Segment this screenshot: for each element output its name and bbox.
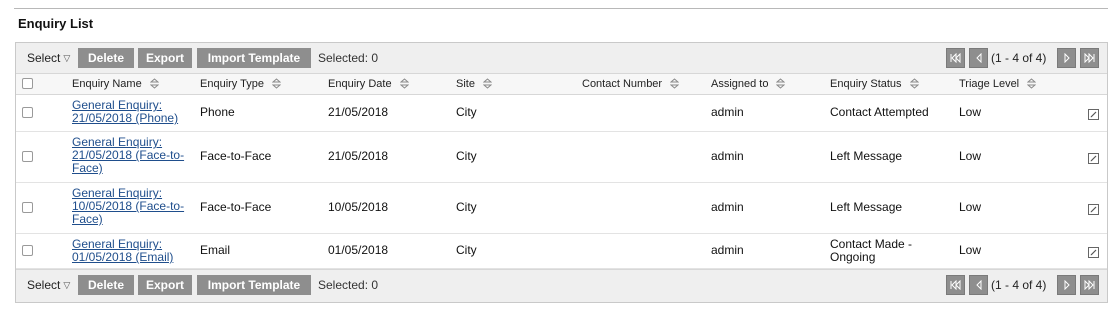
next-page-icon[interactable]: [1057, 48, 1076, 68]
site: City: [456, 200, 477, 214]
col-label: Site: [456, 78, 475, 90]
col-label: Enquiry Name: [72, 78, 142, 90]
selected-count: Selected: 0: [318, 51, 379, 65]
col-enquiry-status[interactable]: Enquiry Status: [830, 78, 919, 92]
sort-icon: [776, 78, 786, 92]
enquiry-type: Email: [200, 243, 231, 257]
enquiry-date: 21/05/2018: [328, 105, 389, 119]
col-label: Assigned to: [711, 78, 769, 90]
delete-button[interactable]: Delete: [78, 275, 134, 295]
enquiry-name-link[interactable]: General Enquiry: 21/05/2018 (Phone): [72, 99, 190, 125]
col-contact-number[interactable]: Contact Number: [582, 78, 680, 92]
pager-info: (1 - 4 of 4): [991, 278, 1047, 292]
row-checkbox[interactable]: [22, 202, 33, 213]
table-header: Enquiry Name Enquiry Type Enquiry Date S…: [16, 74, 1107, 95]
table-row: General Enquiry: 21/05/2018 (Face-to-Fac…: [16, 132, 1107, 183]
assigned-to: admin: [711, 149, 744, 163]
last-page-icon[interactable]: [1080, 48, 1099, 68]
bottom-toolbar: Select ▽ Delete Export Import Template Se…: [16, 269, 1107, 302]
select-dropdown[interactable]: Select ▽: [27, 278, 70, 292]
col-label: Enquiry Type: [200, 78, 265, 90]
enquiry-type: Face-to-Face: [200, 200, 272, 214]
table-row: General Enquiry: 21/05/2018 (Phone) Phon…: [16, 95, 1107, 132]
col-site[interactable]: Site: [456, 78, 493, 92]
col-label: Enquiry Status: [830, 78, 902, 90]
enquiry-name-link[interactable]: General Enquiry: 01/05/2018 (Email): [72, 238, 190, 264]
pager-info: (1 - 4 of 4): [991, 51, 1047, 65]
assigned-to: admin: [711, 200, 744, 214]
edit-icon[interactable]: [1088, 151, 1099, 164]
enquiry-type: Phone: [200, 105, 235, 119]
edit-icon[interactable]: [1088, 107, 1099, 120]
chevron-down-icon: ▽: [63, 53, 71, 63]
enquiry-status: Left Message: [830, 200, 903, 214]
top-divider: [14, 8, 1108, 9]
selected-count: Selected: 0: [318, 278, 379, 292]
col-label: Contact Number: [582, 78, 663, 90]
col-triage-level[interactable]: Triage Level: [959, 78, 1037, 92]
enquiry-list-page: Enquiry List Select ▽ Delete Export Impor…: [0, 0, 1113, 316]
assigned-to: admin: [711, 105, 744, 119]
sort-icon: [669, 78, 680, 92]
panel-title: Enquiry List: [18, 16, 94, 31]
sort-icon: [149, 78, 160, 92]
first-page-icon[interactable]: [946, 275, 965, 295]
top-toolbar: Select ▽ Delete Export Import Template Se…: [16, 43, 1107, 74]
sort-icon: [271, 78, 282, 92]
site: City: [456, 149, 477, 163]
triage-level: Low: [959, 243, 982, 257]
prev-page-icon[interactable]: [969, 48, 988, 68]
delete-button[interactable]: Delete: [78, 48, 134, 68]
triage-level: Low: [959, 149, 982, 163]
next-page-icon[interactable]: [1057, 275, 1076, 295]
enquiry-status: Contact Attempted: [830, 105, 929, 119]
table-row: General Enquiry: 01/05/2018 (Email) Emai…: [16, 234, 1107, 269]
edit-icon[interactable]: [1088, 245, 1099, 258]
col-label: Triage Level: [959, 78, 1020, 90]
sort-icon: [399, 78, 409, 92]
sort-icon: [482, 78, 493, 92]
first-page-icon[interactable]: [946, 48, 965, 68]
export-button[interactable]: Export: [138, 48, 192, 68]
col-enquiry-type[interactable]: Enquiry Type: [200, 78, 282, 92]
row-checkbox[interactable]: [22, 151, 33, 162]
col-label: Enquiry Date: [328, 78, 392, 90]
col-enquiry-date[interactable]: Enquiry Date: [328, 78, 409, 92]
enquiry-date: 10/05/2018: [328, 200, 389, 214]
enquiry-list-panel: Select ▽ Delete Export Import Template Se…: [15, 42, 1108, 303]
export-button[interactable]: Export: [138, 275, 192, 295]
triage-level: Low: [959, 105, 982, 119]
assigned-to: admin: [711, 243, 744, 257]
site: City: [456, 105, 477, 119]
edit-icon[interactable]: [1088, 202, 1099, 215]
select-label: Select: [27, 51, 61, 65]
site: City: [456, 243, 477, 257]
last-page-icon[interactable]: [1080, 275, 1099, 295]
sort-icon: [1026, 78, 1037, 92]
row-checkbox[interactable]: [22, 245, 33, 256]
triage-level: Low: [959, 200, 982, 214]
enquiry-name-link[interactable]: General Enquiry: 10/05/2018 (Face-to-Fac…: [72, 187, 190, 226]
enquiry-status: Contact Made - Ongoing: [830, 237, 913, 264]
table-row: General Enquiry: 10/05/2018 (Face-to-Fac…: [16, 183, 1107, 234]
enquiry-name-link[interactable]: General Enquiry: 21/05/2018 (Face-to-Fac…: [72, 136, 190, 175]
enquiry-date: 21/05/2018: [328, 149, 389, 163]
import-template-button[interactable]: Import Template: [197, 275, 311, 295]
select-dropdown[interactable]: Select ▽: [27, 51, 70, 65]
select-label: Select: [27, 278, 61, 292]
select-all-checkbox[interactable]: [22, 78, 33, 89]
import-template-button[interactable]: Import Template: [197, 48, 311, 68]
chevron-down-icon: ▽: [63, 280, 71, 290]
enquiry-date: 01/05/2018: [328, 243, 389, 257]
enquiry-status: Left Message: [830, 149, 903, 163]
col-assigned-to[interactable]: Assigned to: [711, 78, 786, 92]
col-enquiry-name[interactable]: Enquiry Name: [72, 78, 160, 92]
row-checkbox[interactable]: [22, 107, 33, 118]
prev-page-icon[interactable]: [969, 275, 988, 295]
enquiry-type: Face-to-Face: [200, 149, 272, 163]
sort-icon: [909, 78, 919, 92]
